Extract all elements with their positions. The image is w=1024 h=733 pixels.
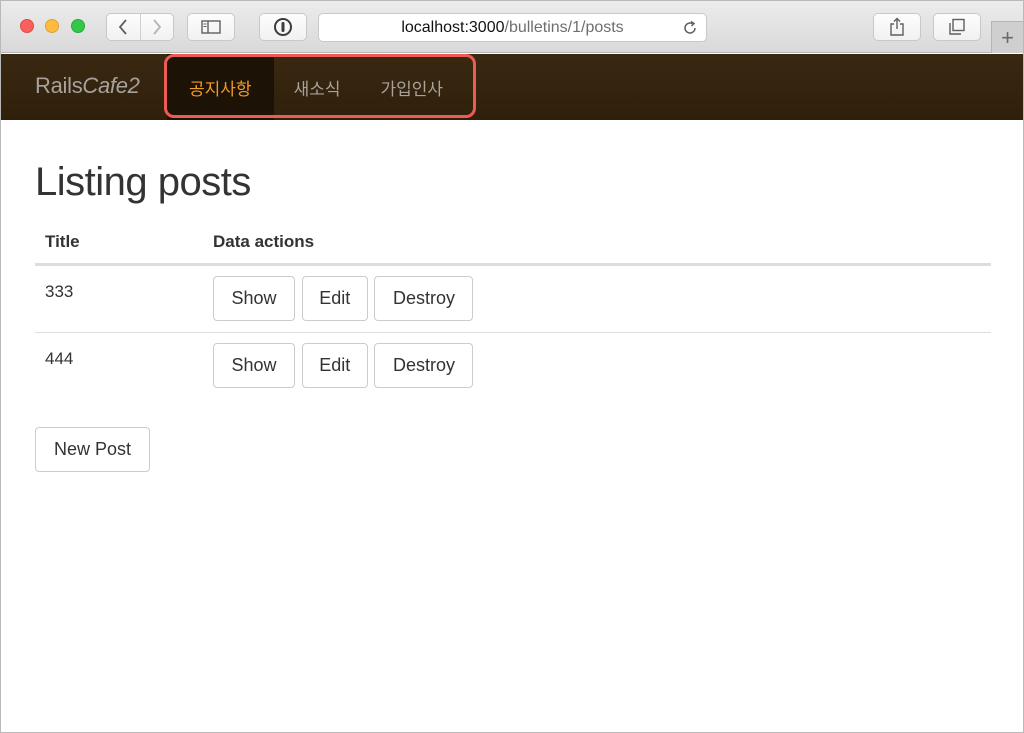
post-actions-cell: Show Edit Destroy xyxy=(203,264,991,333)
post-title-cell: 444 xyxy=(45,349,74,368)
browser-toolbar: localhost:3000/bulletins/1/posts + xyxy=(1,1,1023,53)
plus-icon: + xyxy=(1001,24,1014,50)
back-button[interactable] xyxy=(107,14,140,40)
show-button[interactable]: Show xyxy=(213,276,295,321)
table-row: 333 Show Edit Destroy xyxy=(35,264,991,333)
brand-plain: Rails xyxy=(35,73,83,98)
table-header-row: Title Data actions xyxy=(35,224,991,266)
site-brand[interactable]: RailsCafe2 xyxy=(35,73,140,99)
brand-italic: Cafe2 xyxy=(82,73,140,98)
post-title-cell: 333 xyxy=(35,264,203,333)
column-header-actions: Data actions xyxy=(203,224,991,266)
sidebar-button[interactable] xyxy=(187,13,235,41)
reload-button[interactable] xyxy=(682,20,698,41)
reload-icon xyxy=(684,20,696,34)
new-tab-button[interactable]: + xyxy=(991,21,1023,53)
zoom-window-button[interactable] xyxy=(71,19,85,33)
password-button[interactable] xyxy=(259,13,307,41)
edit-button[interactable]: Edit xyxy=(301,343,368,388)
nav-links: 공지사항 새소식 가입인사 xyxy=(167,54,463,120)
main-content: Listing posts Title Data actions 333 Sho… xyxy=(35,121,991,401)
share-button[interactable] xyxy=(873,13,921,41)
url-host: localhost:3000 xyxy=(401,18,505,36)
browser-window: localhost:3000/bulletins/1/posts + Rails… xyxy=(0,0,1024,733)
share-icon xyxy=(890,17,904,36)
tabs-overview-button[interactable] xyxy=(933,13,981,41)
minimize-window-button[interactable] xyxy=(45,19,59,33)
sidebar-icon xyxy=(201,20,221,34)
forward-button[interactable] xyxy=(139,14,174,40)
url-path: /bulletins/1/posts xyxy=(504,18,624,36)
new-post-button[interactable]: New Post xyxy=(35,427,150,472)
nav-link-greetings[interactable]: 가입인사 xyxy=(360,54,463,120)
column-header-title: Title xyxy=(35,224,203,266)
nav-link-notice[interactable]: 공지사항 xyxy=(167,54,274,120)
destroy-button[interactable]: Destroy xyxy=(374,276,474,321)
table-row: 444 Show Edit Destroy xyxy=(35,333,991,401)
address-bar[interactable]: localhost:3000/bulletins/1/posts xyxy=(318,13,707,42)
nav-link-news[interactable]: 새소식 xyxy=(274,54,361,120)
site-navbar: RailsCafe2 공지사항 새소식 가입인사 xyxy=(1,54,1023,120)
post-actions-cell: Show Edit Destroy xyxy=(203,333,991,401)
close-window-button[interactable] xyxy=(20,19,34,33)
chevron-right-icon xyxy=(153,19,161,35)
destroy-button[interactable]: Destroy xyxy=(374,343,474,388)
edit-button[interactable]: Edit xyxy=(301,276,368,321)
show-button[interactable]: Show xyxy=(213,343,295,388)
history-nav-group xyxy=(106,13,174,41)
page-title: Listing posts xyxy=(35,160,251,204)
password-key-icon xyxy=(274,18,292,36)
posts-table: Title Data actions 333 Show Edit Destroy… xyxy=(35,224,991,401)
tabs-overview-icon xyxy=(949,18,965,35)
chevron-left-icon xyxy=(119,19,127,35)
